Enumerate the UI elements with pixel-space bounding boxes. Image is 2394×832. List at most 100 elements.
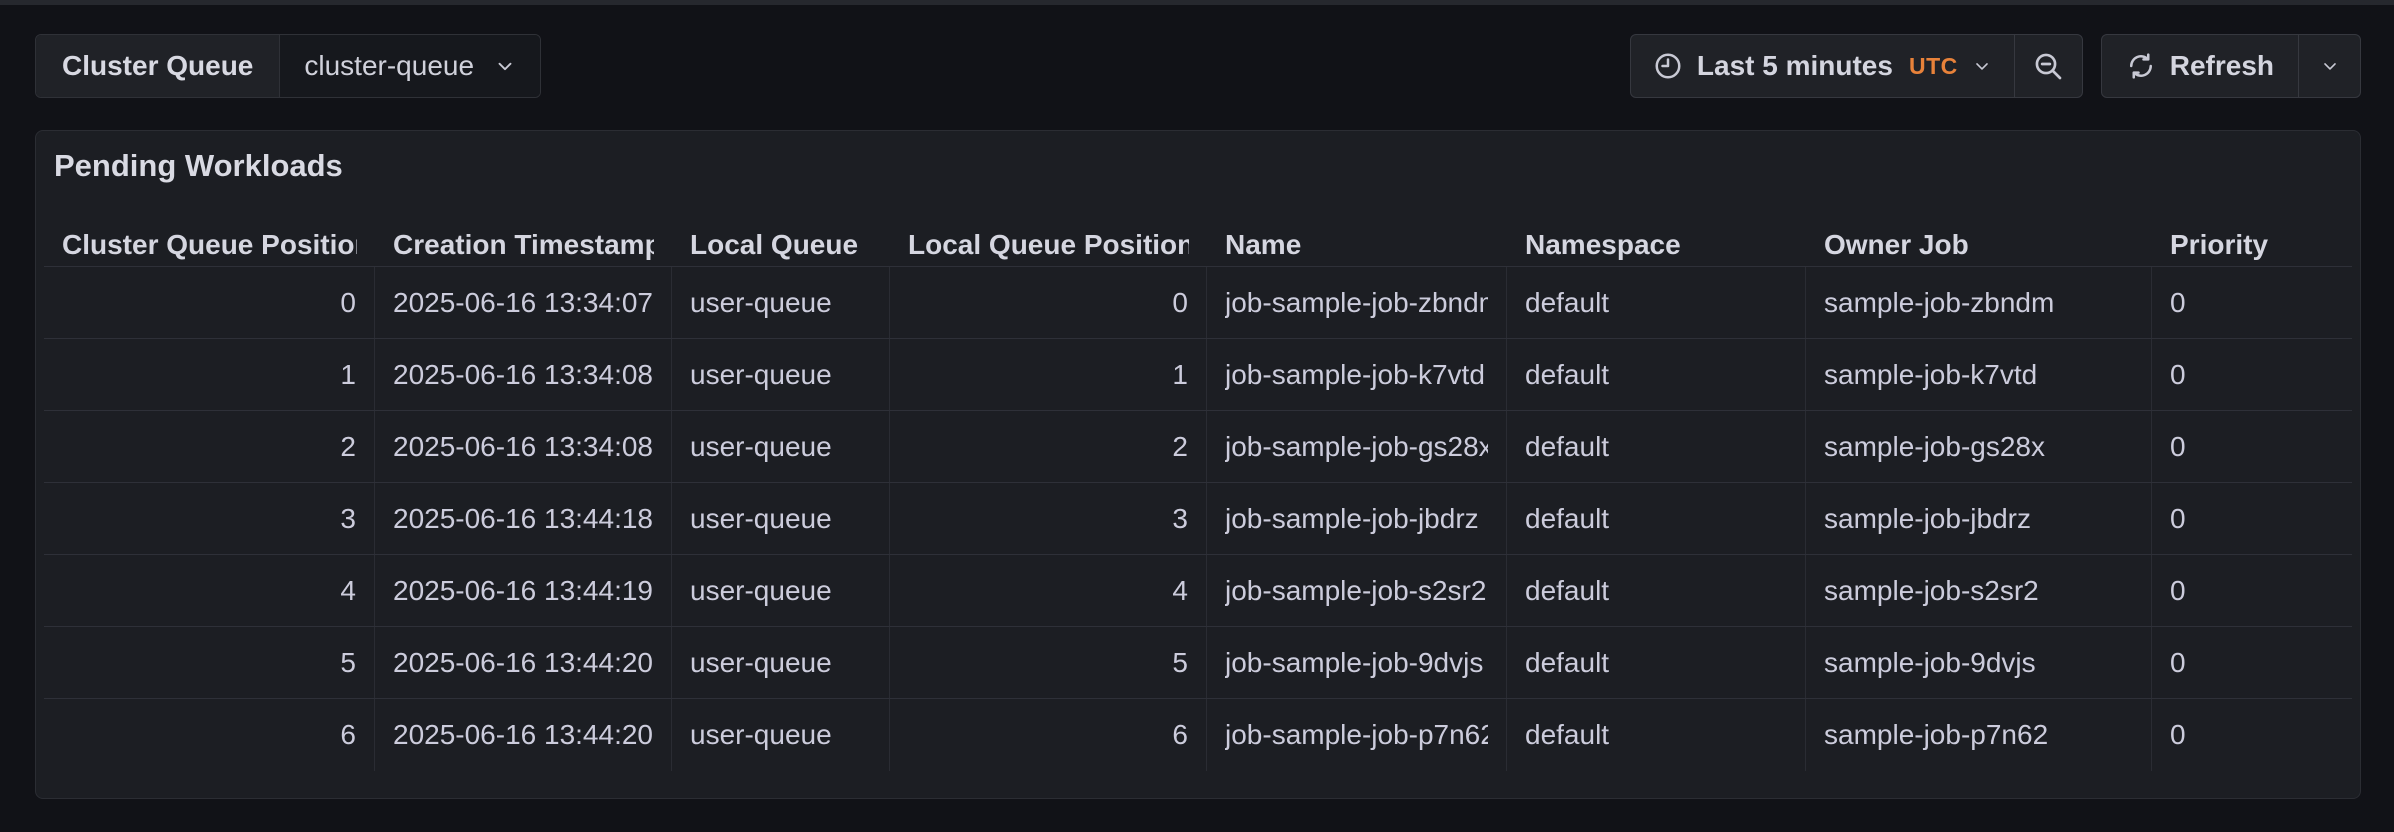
table-cell-local-queue: user-queue (672, 627, 890, 698)
table-cell-name: job-sample-job-gs28x (1207, 411, 1507, 482)
table-cell-local-queue-position: 5 (890, 627, 1207, 698)
table-row: 1 2025-06-16 13:34:08 user-queue 1 job-sampl… (44, 339, 2352, 411)
table-cell-cluster-queue-position: 2 (44, 411, 375, 482)
column-header-namespace[interactable]: Namespace (1507, 223, 1806, 266)
cell-value: user-queue (690, 359, 832, 391)
table-cell-cluster-queue-position: 4 (44, 555, 375, 626)
table-cell-cluster-queue-position: 5 (44, 627, 375, 698)
table-body: 02025-06-16 13:34:07user-queue0job-sampl… (44, 267, 2352, 771)
table-cell-name: job-sample-job-k7vtd (1207, 339, 1507, 410)
cell-value: 2025-06-16 13:34:08 (393, 431, 653, 463)
column-header-creation-timestamp[interactable]: Creation Timestamp (375, 223, 672, 266)
cell-value: 2025-06-16 13:34:07 (393, 287, 653, 319)
table-cell-owner-job: sample-job-zbndm (1806, 267, 2152, 338)
cell-value: default (1525, 719, 1609, 751)
table-cell-owner-job: sample-job-gs28x (1806, 411, 2152, 482)
cell-value: 6 (1172, 719, 1188, 751)
table-cell-priority: 0 (2152, 699, 2352, 771)
cell-value: 4 (340, 575, 356, 607)
table-header-row: Cluster Queue Position Creation Timestamp… (44, 223, 2352, 267)
table-cell-cluster-queue-position: 3 (44, 483, 375, 554)
cell-value: user-queue (690, 503, 832, 535)
variable-control-cluster-queue: Cluster Queue cluster-queue (35, 34, 541, 98)
column-header-local-queue-position[interactable]: Local Queue Position (890, 223, 1207, 266)
column-header-name[interactable]: Name (1207, 223, 1507, 266)
table-cell-priority: 0 (2152, 555, 2352, 626)
cell-value: sample-job-9dvjs (1824, 647, 2036, 679)
table-cell-cluster-queue-position: 6 (44, 699, 375, 771)
time-range-zoom-out-button[interactable] (2014, 35, 2082, 97)
variable-value-dropdown[interactable]: cluster-queue (280, 35, 540, 97)
column-header-owner-job[interactable]: Owner Job (1806, 223, 2152, 266)
table-cell-local-queue-position: 0 (890, 267, 1207, 338)
table-cell-namespace: default (1507, 699, 1806, 771)
table-cell-local-queue-position: 4 (890, 555, 1207, 626)
table-cell-name: job-sample-job-jbdrz (1207, 483, 1507, 554)
cell-value: default (1525, 503, 1609, 535)
table-cell-namespace: default (1507, 555, 1806, 626)
table-cell-namespace: default (1507, 483, 1806, 554)
cell-value: user-queue (690, 647, 832, 679)
table-cell-creation-timestamp: 2025-06-16 13:44:18 (375, 483, 672, 554)
column-header-label: Creation Timestamp (393, 229, 654, 261)
table-cell-owner-job: sample-job-k7vtd (1806, 339, 2152, 410)
cell-value: job-sample-job-9dvjs (1225, 647, 1483, 679)
table-cell-name: job-sample-job-9dvjs (1207, 627, 1507, 698)
cell-value: 2 (340, 431, 356, 463)
table-cell-creation-timestamp: 2025-06-16 13:34:08 (375, 339, 672, 410)
table-cell-creation-timestamp: 2025-06-16 13:34:07 (375, 267, 672, 338)
table-cell-local-queue-position: 2 (890, 411, 1207, 482)
cell-value: 1 (1172, 359, 1188, 391)
table-cell-priority: 0 (2152, 483, 2352, 554)
cell-value: 0 (2170, 287, 2186, 319)
cell-value: 1 (340, 359, 356, 391)
table-cell-owner-job: sample-job-jbdrz (1806, 483, 2152, 554)
cell-value: default (1525, 575, 1609, 607)
table-cell-creation-timestamp: 2025-06-16 13:44:19 (375, 555, 672, 626)
cell-value: 0 (2170, 359, 2186, 391)
refresh-interval-dropdown[interactable] (2298, 35, 2360, 97)
table-cell-owner-job: sample-job-p7n62 (1806, 699, 2152, 771)
table-cell-creation-timestamp: 2025-06-16 13:44:20 (375, 627, 672, 698)
cell-value: sample-job-zbndm (1824, 287, 2054, 319)
table-cell-namespace: default (1507, 411, 1806, 482)
table-cell-owner-job: sample-job-s2sr2 (1806, 555, 2152, 626)
table-row: 42025-06-16 13:44:19user-queue4job-sampl… (44, 555, 2352, 627)
column-header-cluster-queue-position[interactable]: Cluster Queue Position (44, 223, 375, 266)
cell-value: 2025-06-16 13:44:20 (393, 719, 653, 751)
cell-value: 5 (1172, 647, 1188, 679)
cell-value: default (1525, 647, 1609, 679)
table-cell-cluster-queue-position: 0 (44, 267, 375, 338)
table-row: 62025-06-16 13:44:20user-queue6job-sampl… (44, 699, 2352, 771)
table-cell-namespace: default (1507, 339, 1806, 410)
refresh-button[interactable]: Refresh (2102, 35, 2298, 97)
table-cell-local-queue-position: 3 (890, 483, 1207, 554)
cell-value: 0 (2170, 719, 2186, 751)
table-cell-name: job-sample-job-p7n62 (1207, 699, 1507, 771)
cell-value: job-sample-job-jbdrz (1225, 503, 1479, 535)
table-cell-local-queue: user-queue (672, 555, 890, 626)
column-header-label: Name (1225, 229, 1301, 261)
column-header-local-queue[interactable]: Local Queue (672, 223, 890, 266)
cell-value: 2 (1172, 431, 1188, 463)
panel-title[interactable]: Pending Workloads (36, 131, 367, 187)
column-header-priority[interactable]: Priority (2152, 223, 2352, 266)
cell-value: 4 (1172, 575, 1188, 607)
column-header-label: Namespace (1525, 229, 1681, 261)
cell-value: sample-job-p7n62 (1824, 719, 2048, 751)
cell-value: job-sample-job-zbndm (1225, 287, 1488, 319)
table-cell-local-queue: user-queue (672, 267, 890, 338)
column-header-label: Local Queue (690, 229, 858, 261)
time-picker-button[interactable]: Last 5 minutes UTC (1631, 35, 2014, 97)
variable-value-text: cluster-queue (304, 50, 474, 82)
table-row: 22025-06-16 13:34:08user-queue2job-sampl… (44, 411, 2352, 483)
cell-value: 2025-06-16 13:34:08 (393, 359, 653, 391)
chevron-down-icon (494, 55, 516, 77)
cell-value: 0 (2170, 575, 2186, 607)
refresh-group: Refresh (2101, 34, 2361, 98)
cell-value: 0 (2170, 503, 2186, 535)
chevron-down-icon (2320, 56, 2340, 76)
table-cell-priority: 0 (2152, 411, 2352, 482)
table-cell-namespace: default (1507, 267, 1806, 338)
cell-value: job-sample-job-p7n62 (1225, 719, 1488, 751)
